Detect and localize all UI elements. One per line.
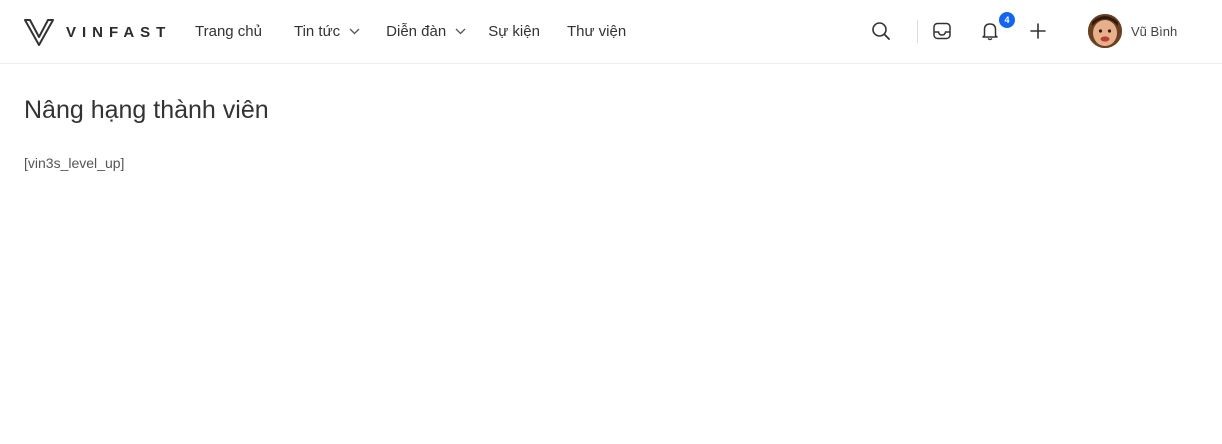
nav-item-label: Tin tức [293, 23, 341, 40]
chevron-down-icon [349, 28, 360, 35]
chevron-down-icon [455, 28, 466, 35]
vinfast-v-logo-icon [24, 17, 54, 47]
search-icon[interactable] [870, 20, 892, 42]
nav-item-events[interactable]: Sự kiện [488, 23, 540, 40]
page-title: Nâng hạng thành viên [24, 96, 269, 124]
header-divider [917, 20, 918, 43]
user-menu[interactable]: Vũ Bình [1088, 14, 1177, 48]
user-name: Vũ Bình [1131, 23, 1178, 39]
nav-item-label: Diễn đàn [386, 23, 447, 40]
plus-icon[interactable] [1027, 20, 1049, 42]
nav-item-library[interactable]: Thư viện [567, 23, 626, 40]
notification-badge: 4 [999, 12, 1015, 28]
brand-name: VINFAST [66, 23, 172, 41]
nav-item-label: Thư viện [566, 23, 627, 40]
nav-item-home[interactable]: Trang chủ [195, 23, 262, 40]
inbox-icon[interactable] [931, 20, 953, 42]
nav-item-forum[interactable]: Diễn đàn [386, 23, 466, 40]
brand-logo[interactable]: VINFAST [24, 15, 171, 49]
site-header: VINFAST Trang chủ Tin tức Diễn đàn Sự ki… [0, 0, 1222, 64]
nav-item-news[interactable]: Tin tức [294, 23, 360, 40]
shortcode-text: [vin3s_level_up] [24, 155, 125, 171]
main-nav: Trang chủ Tin tức Diễn đàn Sự kiện Thư v… [195, 0, 626, 63]
bell-icon[interactable] [979, 20, 1001, 42]
nav-item-label: Trang chủ [195, 23, 262, 40]
avatar [1088, 14, 1122, 48]
nav-item-label: Sự kiện [488, 23, 540, 40]
